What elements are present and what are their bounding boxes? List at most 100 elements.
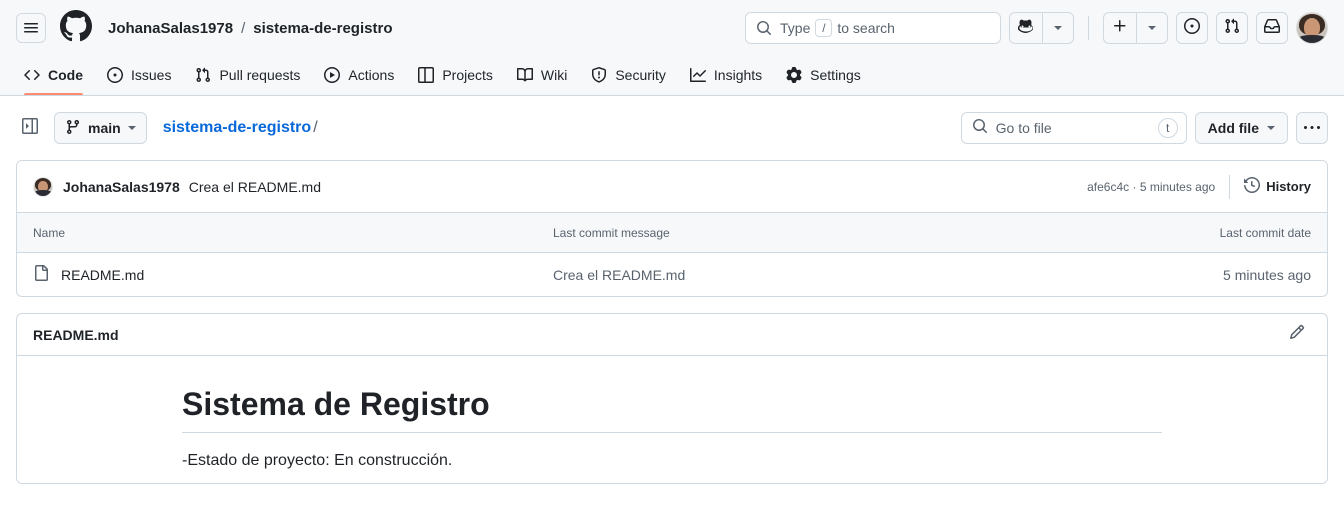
sidebar-expand-button[interactable] [16,113,44,143]
tab-label: Wiki [540,67,568,83]
book-icon [516,67,533,83]
history-icon [1244,176,1261,196]
your-pull-requests-button[interactable] [1216,12,1248,44]
table-row[interactable]: README.md Crea el README.md 5 minutes ag… [17,253,1327,296]
file-name-link[interactable]: README.md [61,267,144,283]
git-pull-request-icon [1224,18,1240,39]
tab-label: Security [615,67,666,83]
branch-name: main [88,120,121,136]
git-pull-request-icon [195,67,211,83]
file-navigation-bar: main sistema-de-registro / Go to file t [16,112,1328,144]
commit-relative-time: 5 minutes ago [1139,179,1216,194]
gear-icon [786,67,802,83]
file-navigation-actions: Go to file t Add file [960,112,1328,144]
menu-toggle-button[interactable] [16,13,46,43]
column-header-message: Last commit message [553,225,670,240]
breadcrumb-repo-link[interactable]: sistema-de-registro [163,119,312,137]
issue-opened-icon [107,67,123,83]
github-logo-link[interactable] [60,9,92,47]
readme-panel: README.md Sistema de Registro -Estado de… [16,313,1328,484]
repository-navigation: Code Issues Pull requests Actions Projec… [0,56,1344,96]
commit-meta-group: afe6c4c · 5 minutes ago History [1087,174,1311,199]
avatar-image [34,177,52,196]
file-table-header: Name Last commit message Last commit dat… [17,213,1327,253]
github-repository-page: JohanaSalas1978 / sistema-de-registro Ty… [0,0,1344,520]
notifications-inbox-button[interactable] [1256,12,1288,44]
more-options-button[interactable] [1296,112,1328,144]
readme-heading: Sistema de Registro [182,384,1162,433]
latest-commit-row: JohanaSalas1978 Crea el README.md afe6c4… [17,161,1327,213]
your-issues-button[interactable] [1176,12,1208,44]
tab-pull-requests[interactable]: Pull requests [187,55,308,95]
copilot-button[interactable] [1009,12,1042,44]
tab-projects[interactable]: Projects [410,55,501,95]
search-placeholder: Type / to search [780,19,895,37]
chevron-down-icon [127,126,136,130]
tab-label: Projects [442,67,493,83]
edit-readme-button[interactable] [1283,321,1311,349]
graph-icon [689,67,706,83]
history-label: History [1266,179,1311,194]
file-icon [33,265,49,284]
tab-label: Pull requests [219,67,301,83]
search-shortcut-key: / [815,19,833,37]
tab-issues[interactable]: Issues [99,55,179,95]
repository-content: main sistema-de-registro / Go to file t [0,96,1344,484]
file-commit-message[interactable]: Crea el README.md [553,267,1161,283]
file-name-cell: README.md [33,265,553,284]
create-new-button-group [1103,12,1168,44]
create-new-dropdown-button[interactable] [1136,12,1168,44]
go-to-file-placeholder: Go to file [995,120,1052,136]
commit-author-avatar[interactable] [33,176,53,197]
breadcrumb-repo[interactable]: sistema-de-registro [253,20,392,37]
tab-insights[interactable]: Insights [682,55,770,95]
global-header: JohanaSalas1978 / sistema-de-registro Ty… [0,0,1344,56]
branch-selector-button[interactable]: main [54,112,147,144]
user-avatar[interactable] [1296,12,1328,44]
go-to-file-shortcut-key: t [1157,118,1178,138]
add-file-button[interactable]: Add file [1194,112,1288,144]
commit-meta-separator: · [1132,179,1137,194]
chevron-down-icon [1267,126,1275,130]
code-icon [24,67,40,83]
create-new-button[interactable] [1103,12,1136,44]
tab-label: Code [48,67,83,83]
global-search-input[interactable]: Type / to search [745,12,1001,44]
tab-label: Actions [348,67,395,83]
copilot-dropdown-button[interactable] [1042,12,1074,44]
tab-actions[interactable]: Actions [316,55,402,95]
add-file-label: Add file [1207,120,1259,136]
commit-sha-and-time: afe6c4c · 5 minutes ago [1087,180,1215,194]
breadcrumb-slash: / [313,119,318,136]
commit-history-link[interactable]: History [1229,174,1311,199]
sidebar-expand-icon [22,117,38,139]
plus-icon [1112,18,1128,39]
commit-message[interactable]: Crea el README.md [189,179,321,195]
tab-security[interactable]: Security [583,55,674,95]
readme-paragraph: -Estado de proyecto: En construcción. [182,452,453,469]
table-icon [418,67,435,83]
github-mark-icon [60,9,92,47]
breadcrumb-separator: / [241,19,246,37]
breadcrumb-owner[interactable]: JohanaSalas1978 [108,20,233,37]
readme-header: README.md [17,314,1327,356]
chevron-down-icon [1054,26,1062,30]
column-header-date: Last commit date [1219,225,1311,240]
copilot-button-group [1009,12,1074,44]
search-icon [756,20,772,36]
inbox-icon [1264,18,1280,39]
search-icon [972,118,988,139]
tab-wiki[interactable]: Wiki [509,55,575,95]
shield-icon [591,67,607,83]
go-to-file-input[interactable]: Go to file t [960,112,1187,144]
tab-label: Settings [810,67,861,83]
commit-author-name[interactable]: JohanaSalas1978 [63,179,180,195]
tab-settings[interactable]: Settings [778,55,869,95]
files-panel: JohanaSalas1978 Crea el README.md afe6c4… [16,160,1328,297]
commit-sha[interactable]: afe6c4c [1087,180,1129,194]
header-actions: Type / to search [745,12,1328,44]
column-header-name: Name [33,225,66,240]
tab-label: Issues [131,67,172,83]
tab-code[interactable]: Code [16,55,91,95]
play-icon [324,67,341,83]
